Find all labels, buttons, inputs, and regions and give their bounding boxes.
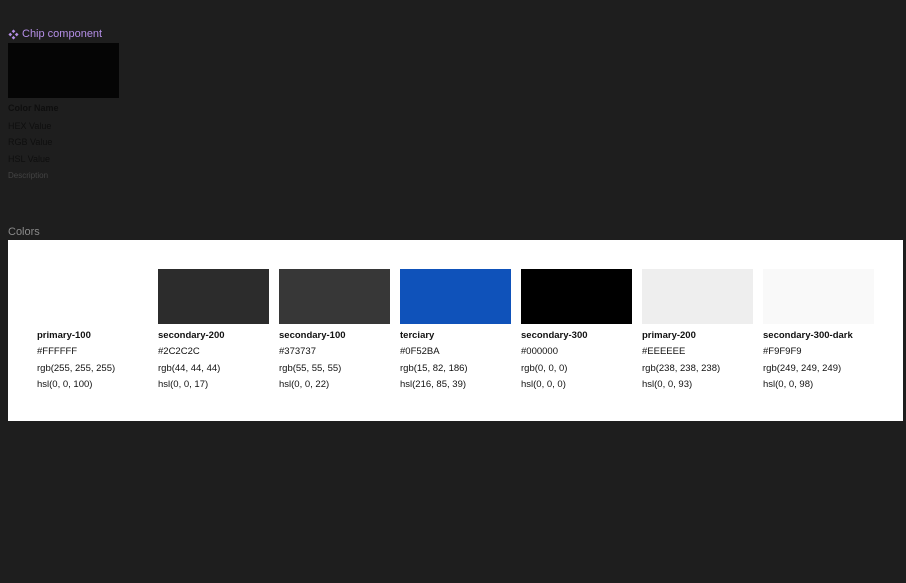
chip-hex: HEX Value bbox=[8, 121, 52, 131]
color-swatch bbox=[158, 269, 269, 324]
color-name: secondary-300-dark bbox=[763, 330, 853, 341]
color-name: secondary-200 bbox=[158, 330, 225, 341]
color-rgb: rgb(0, 0, 0) bbox=[521, 363, 568, 374]
chip-component-label: Chip component bbox=[22, 28, 103, 40]
color-hsl: hsl(0, 0, 22) bbox=[279, 379, 330, 390]
color-hsl: hsl(0, 0, 98) bbox=[763, 379, 814, 390]
component-icon bbox=[8, 28, 19, 40]
color-hsl: hsl(0, 0, 17) bbox=[158, 379, 209, 390]
color-swatch bbox=[279, 269, 390, 324]
color-card[interactable]: primary-100 #FFFFFF rgb(255, 255, 255) hsl(… bbox=[37, 269, 148, 390]
color-rgb: rgb(55, 55, 55) bbox=[279, 363, 342, 374]
color-hex: #2C2C2C bbox=[158, 346, 200, 357]
colors-frame-label[interactable]: Colors bbox=[8, 226, 40, 238]
color-swatch bbox=[37, 269, 148, 324]
color-hex: #F9F9F9 bbox=[763, 346, 802, 357]
chip-component-title[interactable]: Chip component bbox=[8, 28, 102, 40]
color-name: primary-100 bbox=[37, 330, 91, 341]
color-hex: #EEEEEE bbox=[642, 346, 686, 357]
colors-frame[interactable]: primary-100 #FFFFFF rgb(255, 255, 255) hsl(… bbox=[8, 240, 903, 421]
color-card[interactable]: terciary #0F52BA rgb(15, 82, 186) hsl(216, … bbox=[400, 269, 511, 390]
color-swatch bbox=[521, 269, 632, 324]
color-hex: #FFFFFF bbox=[37, 346, 78, 357]
color-card[interactable]: primary-200 #EEEEEE rgb(238, 238, 238) hsl(… bbox=[642, 269, 753, 390]
color-rgb: rgb(255, 255, 255) bbox=[37, 363, 116, 374]
color-swatch bbox=[642, 269, 753, 324]
chip-rgb: RGB Value bbox=[8, 137, 53, 147]
color-hex: #373737 bbox=[279, 346, 316, 357]
color-hsl: hsl(0, 0, 0) bbox=[521, 379, 566, 390]
color-swatch bbox=[400, 269, 511, 324]
chip-swatch[interactable] bbox=[8, 43, 119, 98]
color-hex: #0F52BA bbox=[400, 346, 440, 357]
color-hsl: hsl(0, 0, 100) bbox=[37, 379, 93, 390]
color-swatch bbox=[763, 269, 874, 324]
color-name: secondary-100 bbox=[279, 330, 346, 341]
color-rgb: rgb(15, 82, 186) bbox=[400, 363, 468, 374]
color-rgb: rgb(238, 238, 238) bbox=[642, 363, 721, 374]
color-rgb: rgb(44, 44, 44) bbox=[158, 363, 221, 374]
color-name: primary-200 bbox=[642, 330, 696, 341]
color-name: secondary-300 bbox=[521, 330, 588, 341]
color-card[interactable]: secondary-300-dark #F9F9F9 rgb(249, 249, 2… bbox=[763, 269, 874, 390]
color-hex: #000000 bbox=[521, 346, 558, 357]
chip-color-name: Color Name bbox=[8, 103, 59, 113]
color-card[interactable]: secondary-100 #373737 rgb(55, 55, 55) hsl(0… bbox=[279, 269, 390, 390]
chip-description: Description bbox=[8, 171, 49, 180]
color-rgb: rgb(249, 249, 249) bbox=[763, 363, 842, 374]
color-hsl: hsl(0, 0, 93) bbox=[642, 379, 693, 390]
color-name: terciary bbox=[400, 330, 435, 341]
chip-hsl: HSL Value bbox=[8, 154, 51, 164]
color-card[interactable]: secondary-200 #2C2C2C rgb(44, 44, 44) hsl(0… bbox=[158, 269, 269, 390]
color-card[interactable]: secondary-300 #000000 rgb(0, 0, 0) hsl(0, 0… bbox=[521, 269, 632, 390]
color-hsl: hsl(216, 85, 39) bbox=[400, 379, 467, 390]
